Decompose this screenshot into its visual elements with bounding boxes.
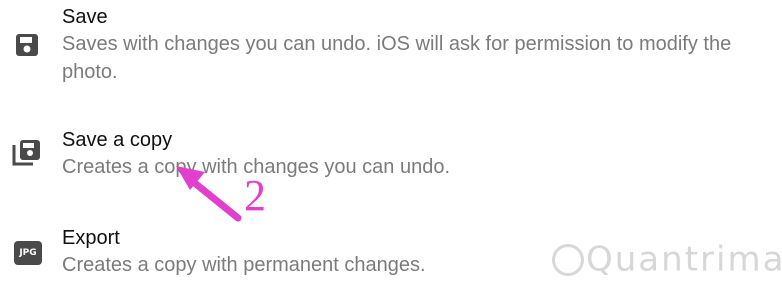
menu-item-save[interactable]: Save Saves with changes you can undo. iO… <box>0 0 782 90</box>
menu-item-title: Save <box>62 6 108 28</box>
menu-item-title: Export <box>62 227 120 249</box>
menu-item-title: Save a copy <box>62 129 173 151</box>
jpg-icon: JPG <box>14 241 42 265</box>
menu-item-description: Creates a copy with changes you can undo… <box>62 156 451 178</box>
watermark-text: Quantrimang <box>586 239 782 279</box>
annotation-step-number: 2 <box>244 171 266 220</box>
menu-item-save-a-copy[interactable]: Save a copy Creates a copy with changes … <box>0 120 782 180</box>
watermark: Quantrimang <box>552 238 782 278</box>
save-floppy-icon <box>12 30 42 60</box>
lightbulb-icon <box>552 243 584 276</box>
menu-item-description: Saves with changes you can undo. iOS wil… <box>62 33 732 83</box>
save-copy-icon <box>12 137 42 167</box>
